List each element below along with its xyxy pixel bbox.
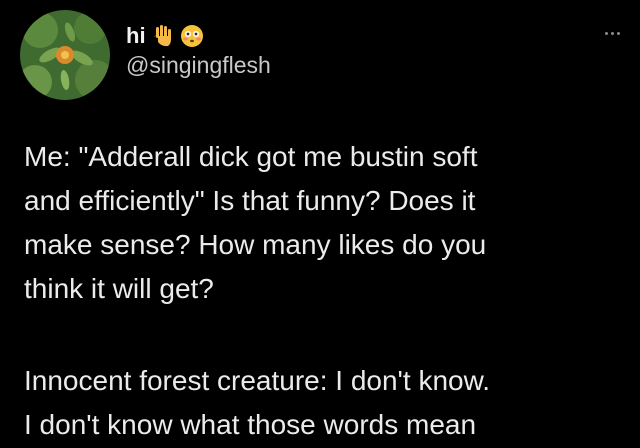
tweet-text-paragraph-1: Me: "Adderall dick got me bustin soft an… xyxy=(24,141,487,304)
display-name-row: hi xyxy=(126,20,204,52)
more-dot xyxy=(616,31,620,35)
flushed-face-icon xyxy=(180,24,204,48)
raised-hand-icon xyxy=(152,24,174,48)
display-name[interactable]: hi xyxy=(126,23,146,49)
flower-avatar-image xyxy=(20,10,110,100)
tweet-card: hi @singingflesh Me: "Adderall dick got … xyxy=(0,0,640,448)
more-dot xyxy=(604,31,608,35)
tweet-text-paragraph-2: Innocent forest creature: I don't know. … xyxy=(24,365,491,440)
avatar[interactable] xyxy=(20,10,110,100)
more-options-icon[interactable] xyxy=(600,28,624,38)
user-handle[interactable]: @singingflesh xyxy=(126,52,271,79)
more-dot xyxy=(610,31,614,35)
